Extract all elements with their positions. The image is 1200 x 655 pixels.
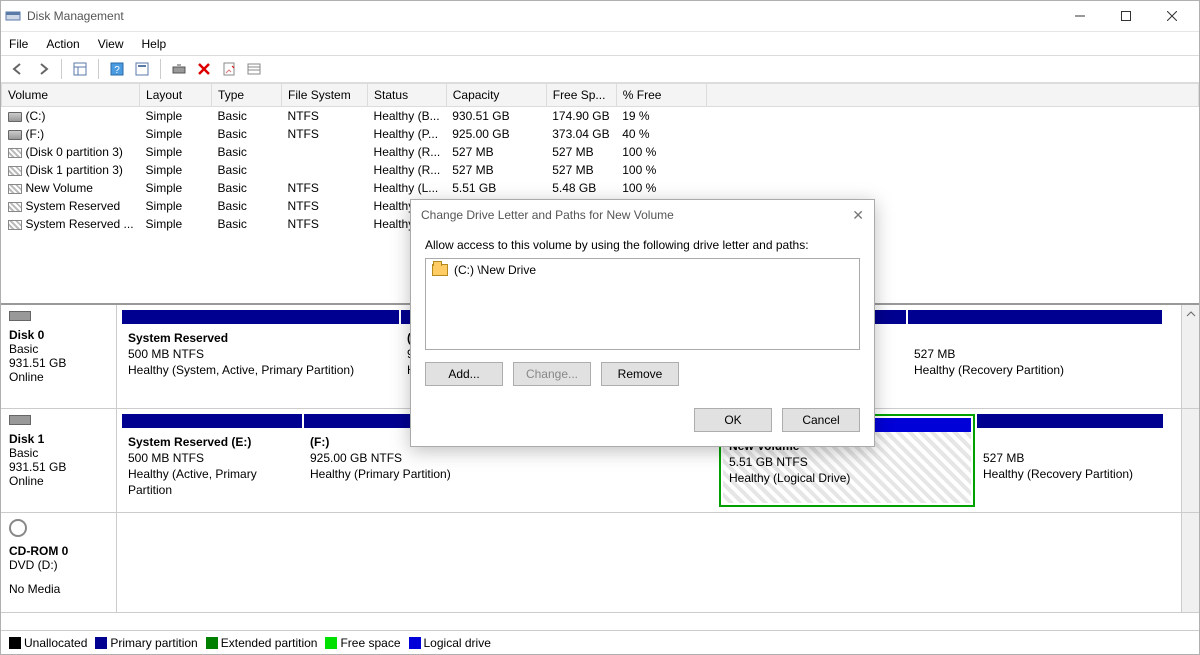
disk-management-window: Disk Management File Action View Help ?: [0, 0, 1200, 655]
menu-help[interactable]: Help: [142, 37, 167, 51]
forward-button[interactable]: [32, 58, 54, 80]
menu-action[interactable]: Action: [46, 37, 79, 51]
col-status[interactable]: Status: [368, 84, 447, 107]
list-button[interactable]: [243, 58, 265, 80]
drive-paths-listbox[interactable]: (C:) \New Drive: [425, 258, 860, 350]
window-title: Disk Management: [27, 9, 1057, 23]
col-capacity[interactable]: Capacity: [446, 84, 546, 107]
view-settings-button[interactable]: [69, 58, 91, 80]
scroll-up-button[interactable]: [1181, 305, 1199, 408]
maximize-button[interactable]: [1103, 1, 1149, 31]
volume-icon: [8, 130, 22, 140]
cancel-button[interactable]: Cancel: [782, 408, 860, 432]
ok-button[interactable]: OK: [694, 408, 772, 432]
remove-button[interactable]: Remove: [601, 362, 679, 386]
disk-1-name: Disk 1: [9, 432, 108, 446]
legend-primary-swatch: [95, 637, 107, 649]
volume-icon: [8, 184, 22, 194]
dialog-instructions: Allow access to this volume by using the…: [425, 238, 860, 252]
cd-name: CD-ROM 0: [9, 544, 108, 558]
disk-row-cd: CD-ROM 0 DVD (D:) No Media: [1, 513, 1199, 613]
col-layout[interactable]: Layout: [140, 84, 212, 107]
volume-icon: [8, 112, 22, 122]
cd-icon: [9, 519, 27, 537]
legend-logical-swatch: [409, 637, 421, 649]
disk-0-name: Disk 0: [9, 328, 108, 342]
add-button[interactable]: Add...: [425, 362, 503, 386]
menu-file[interactable]: File: [9, 37, 28, 51]
volume-row[interactable]: (F:)SimpleBasicNTFSHealthy (P...925.00 G…: [2, 125, 1199, 143]
disk-0-label[interactable]: Disk 0 Basic 931.51 GB Online: [1, 305, 117, 408]
refresh-button[interactable]: [168, 58, 190, 80]
col-filesystem[interactable]: File System: [282, 84, 368, 107]
volume-icon: [8, 166, 22, 176]
menu-view[interactable]: View: [98, 37, 124, 51]
disk0-system-reserved[interactable]: System Reserved 500 MB NTFS Healthy (Sys…: [122, 310, 399, 403]
drive-path-entry[interactable]: (C:) \New Drive: [432, 263, 853, 277]
volume-row[interactable]: New VolumeSimpleBasicNTFSHealthy (L...5.…: [2, 179, 1199, 197]
legend-extended-swatch: [206, 637, 218, 649]
delete-button[interactable]: [193, 58, 215, 80]
col-pctfree[interactable]: % Free: [616, 84, 706, 107]
legend-free-swatch: [325, 637, 337, 649]
column-headers: Volume Layout Type File System Status Ca…: [2, 84, 1199, 107]
volume-row[interactable]: (C:)SimpleBasicNTFSHealthy (B...930.51 G…: [2, 107, 1199, 126]
cd-label[interactable]: CD-ROM 0 DVD (D:) No Media: [1, 513, 117, 612]
dialog-close-button[interactable]: ✕: [852, 207, 864, 224]
volume-icon: [8, 148, 22, 158]
disk-icon: [9, 311, 31, 321]
dialog-titlebar: Change Drive Letter and Paths for New Vo…: [411, 200, 874, 230]
close-button[interactable]: [1149, 1, 1195, 31]
volume-icon: [8, 202, 22, 212]
volume-row[interactable]: (Disk 1 partition 3)SimpleBasicHealthy (…: [2, 161, 1199, 179]
change-drive-letter-dialog: Change Drive Letter and Paths for New Vo…: [410, 199, 875, 447]
legend-unallocated-swatch: [9, 637, 21, 649]
col-volume[interactable]: Volume: [2, 84, 140, 107]
title-bar: Disk Management: [1, 1, 1199, 31]
change-button[interactable]: Change...: [513, 362, 591, 386]
dialog-title-text: Change Drive Letter and Paths for New Vo…: [421, 208, 674, 222]
legend: Unallocated Primary partition Extended p…: [1, 630, 1199, 654]
properties-button[interactable]: [218, 58, 240, 80]
disk1-recovery[interactable]: 527 MB Healthy (Recovery Partition): [977, 414, 1163, 507]
disk1-system-reserved[interactable]: System Reserved (E:) 500 MB NTFS Healthy…: [122, 414, 302, 507]
volume-icon: [8, 220, 22, 230]
disk-icon: [9, 415, 31, 425]
back-button[interactable]: [7, 58, 29, 80]
folder-icon: [432, 264, 448, 276]
disk-1-label[interactable]: Disk 1 Basic 931.51 GB Online: [1, 409, 117, 512]
disk0-recovery[interactable]: 527 MB Healthy (Recovery Partition): [908, 310, 1162, 403]
app-icon: [5, 8, 21, 24]
toolbar: ?: [1, 55, 1199, 83]
col-type[interactable]: Type: [212, 84, 282, 107]
minimize-button[interactable]: [1057, 1, 1103, 31]
svg-text:?: ?: [114, 65, 120, 76]
col-freespace[interactable]: Free Sp...: [546, 84, 616, 107]
menu-bar: File Action View Help: [1, 31, 1199, 55]
volume-row[interactable]: (Disk 0 partition 3)SimpleBasicHealthy (…: [2, 143, 1199, 161]
action-button[interactable]: [131, 58, 153, 80]
help-button[interactable]: ?: [106, 58, 128, 80]
